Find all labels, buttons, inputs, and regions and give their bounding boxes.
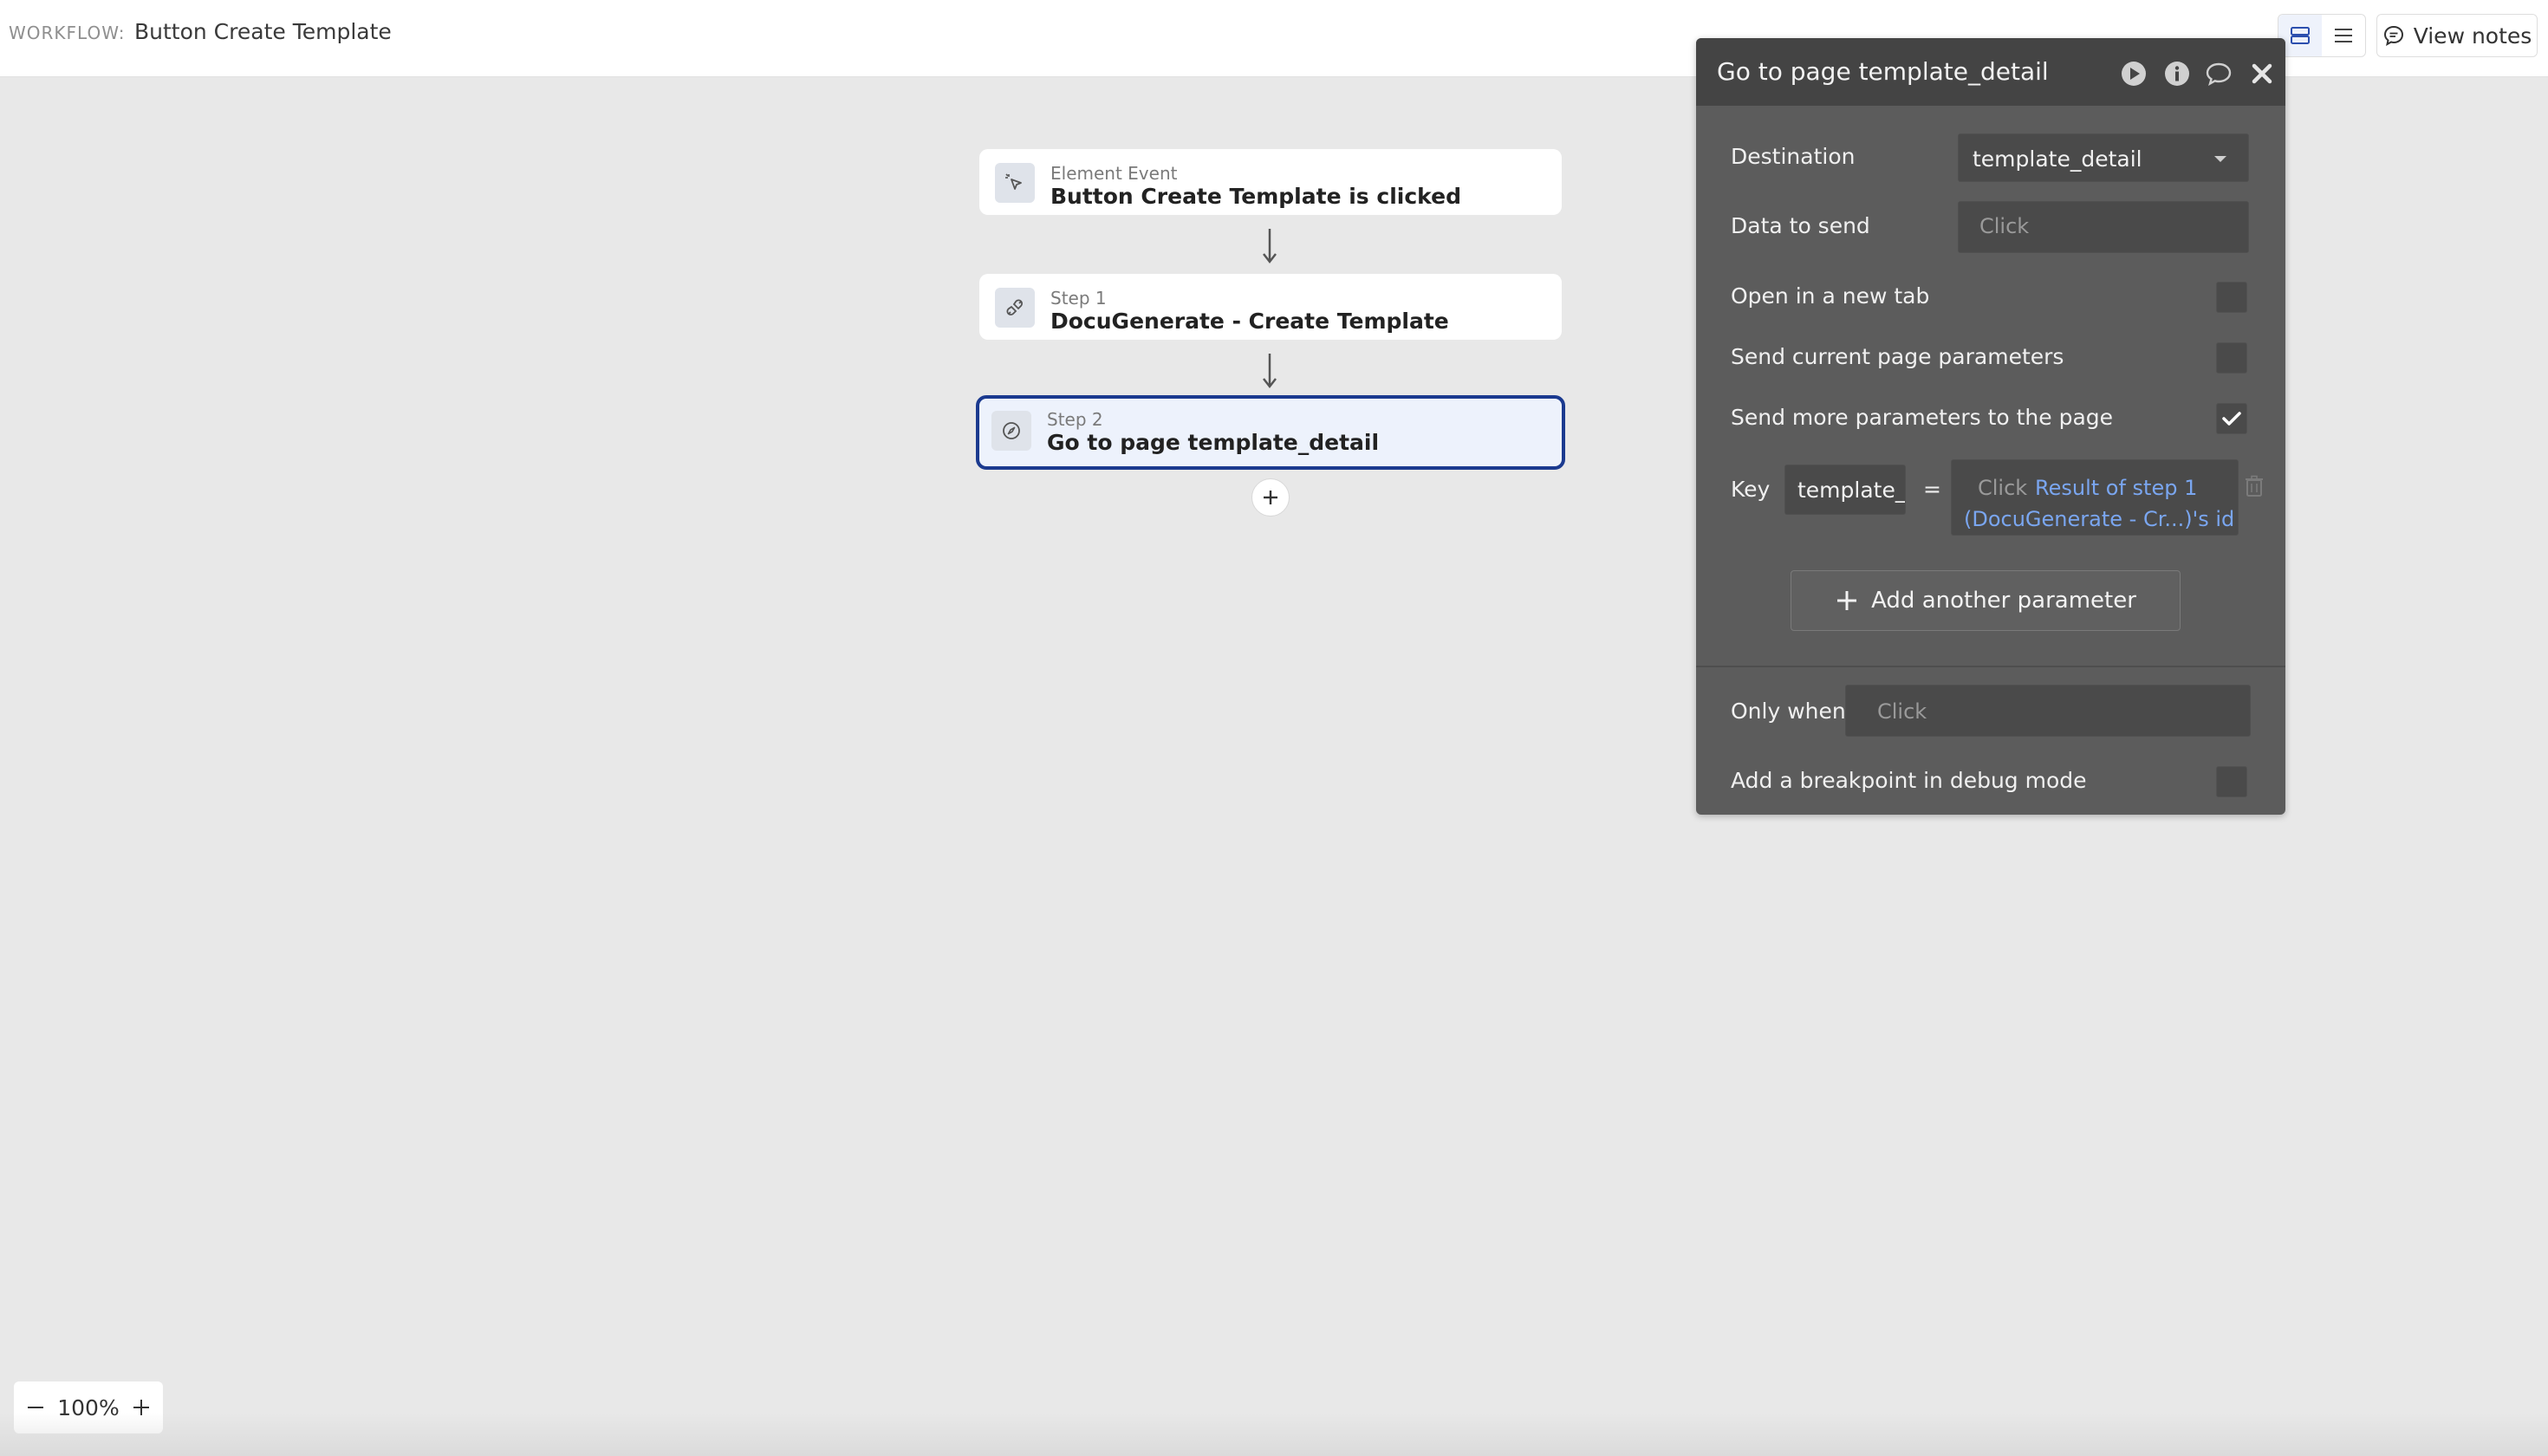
- event-subtitle: Element Event: [1050, 163, 1178, 184]
- cursor-click-icon: [1005, 173, 1022, 190]
- step1-subtitle: Step 1: [1050, 288, 1107, 309]
- info-icon[interactable]: [2162, 59, 2192, 88]
- view-toggle: [2278, 14, 2366, 57]
- compass-icon: [1003, 422, 1020, 439]
- step2-card[interactable]: Step 2 Go to page template_detail: [976, 395, 1565, 470]
- destination-dropdown[interactable]: template_detail: [1958, 133, 2249, 182]
- only-when-placeholder: Click: [1877, 699, 1927, 724]
- open-new-tab-checkbox[interactable]: [2216, 282, 2247, 313]
- view-notes-button[interactable]: View notes: [2376, 14, 2538, 57]
- play-icon[interactable]: [2119, 59, 2148, 88]
- step2-subtitle: Step 2: [1047, 409, 1103, 430]
- step2-title: Go to page template_detail: [1047, 430, 1380, 455]
- comment-icon[interactable]: [2204, 59, 2233, 88]
- value-placeholder: Click: [1978, 476, 2028, 500]
- list-view-icon: [2335, 29, 2352, 42]
- panel-divider: [1696, 666, 2285, 667]
- panel-header: Go to page template_detail: [1696, 38, 2285, 106]
- data-to-send-field[interactable]: Click: [1958, 201, 2249, 253]
- canvas-view-icon: [2291, 27, 2310, 44]
- arrow-down-icon: [1263, 229, 1277, 264]
- close-icon[interactable]: [2247, 59, 2277, 88]
- plugin-icon: [1006, 299, 1024, 316]
- add-parameter-label: Add another parameter: [1871, 588, 2136, 614]
- breakpoint-checkbox[interactable]: [2216, 766, 2247, 797]
- event-card[interactable]: Element Event Button Create Template is …: [979, 149, 1562, 215]
- event-icon-box: [995, 163, 1035, 203]
- dynamic-value-line2[interactable]: (DocuGenerate - Cr...)'s id: [1964, 504, 2234, 535]
- data-to-send-placeholder: Click: [1979, 214, 2030, 238]
- step1-icon-box: [995, 288, 1035, 328]
- step1-card[interactable]: Step 1 DocuGenerate - Create Template: [979, 274, 1562, 340]
- send-current-params-checkbox[interactable]: [2216, 342, 2247, 374]
- open-new-tab-label: Open in a new tab: [1731, 283, 1930, 309]
- view-notes-label: View notes: [2413, 23, 2532, 49]
- step2-icon-box: [991, 411, 1031, 451]
- caret-down-icon: [2214, 156, 2226, 162]
- canvas-bottom-shade: [0, 1413, 2548, 1456]
- add-parameter-button[interactable]: Add another parameter: [1791, 570, 2181, 631]
- destination-label: Destination: [1731, 144, 1856, 169]
- only-when-label: Only when: [1731, 699, 1846, 724]
- send-more-params-label: Send more parameters to the page: [1731, 405, 2114, 430]
- parameter-value-field[interactable]: Click Result of step 1 (DocuGenerate - C…: [1951, 459, 2239, 536]
- key-input[interactable]: template_ic: [1784, 465, 1906, 515]
- breakpoint-label: Add a breakpoint in debug mode: [1731, 768, 2087, 793]
- checkmark-icon: [2222, 412, 2241, 426]
- workflow-label: WORKFLOW:: [9, 23, 126, 43]
- dynamic-value-line1[interactable]: Result of step 1: [2035, 472, 2197, 504]
- destination-value: template_detail: [1973, 146, 2142, 172]
- key-label: Key: [1731, 477, 1771, 502]
- list-view-button[interactable]: [2322, 15, 2365, 56]
- equals-sign: =: [1923, 477, 1941, 502]
- send-current-params-label: Send current page parameters: [1731, 344, 2064, 369]
- plus-icon: [1837, 591, 1857, 610]
- trash-icon[interactable]: [2245, 475, 2264, 497]
- workflow-name[interactable]: Button Create Template: [134, 19, 392, 44]
- send-more-params-checkbox[interactable]: [2216, 403, 2247, 434]
- data-to-send-label: Data to send: [1731, 213, 1870, 238]
- add-step-button[interactable]: [1251, 478, 1290, 517]
- only-when-field[interactable]: Click: [1845, 685, 2251, 737]
- plus-icon: [1264, 491, 1277, 504]
- arrow-down-icon: [1263, 354, 1277, 389]
- event-title: Button Create Template is clicked: [1050, 184, 1461, 209]
- panel-title: Go to page template_detail: [1717, 57, 2049, 86]
- key-value: template_ic: [1797, 478, 1906, 503]
- comment-icon: [2383, 25, 2403, 46]
- step1-title: DocuGenerate - Create Template: [1050, 309, 1449, 334]
